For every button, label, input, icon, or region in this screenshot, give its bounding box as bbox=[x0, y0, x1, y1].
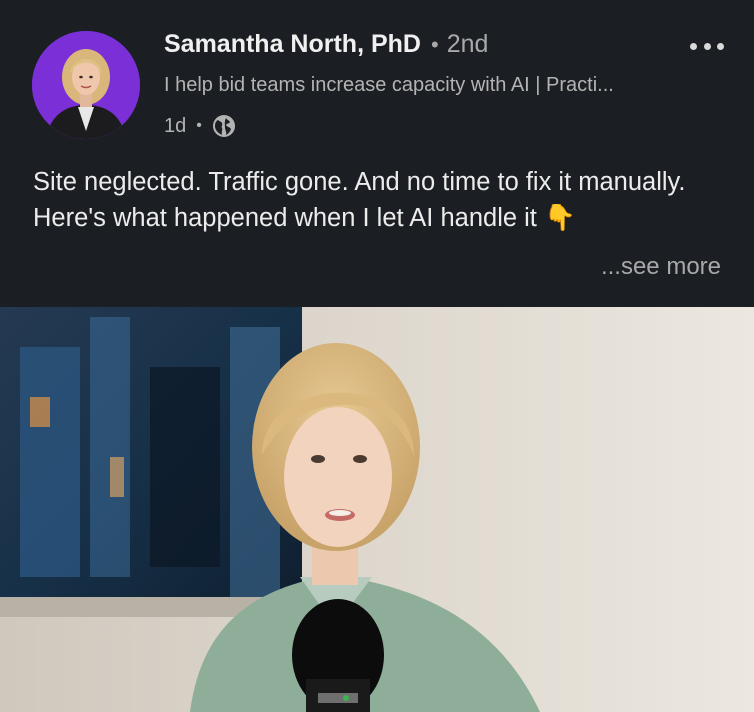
author-headline: I help bid teams increase capacity with … bbox=[164, 74, 614, 96]
avatar-portrait bbox=[32, 31, 140, 139]
video-frame bbox=[0, 307, 754, 712]
meta-separator: • bbox=[196, 117, 202, 134]
more-options-icon[interactable] bbox=[690, 36, 724, 56]
globe-icon bbox=[212, 114, 236, 138]
author-name-row: Samantha North, PhD • 2nd bbox=[164, 30, 488, 64]
post-video[interactable] bbox=[0, 307, 754, 712]
feed-post: Samantha North, PhD • 2nd I help bid tea… bbox=[0, 0, 754, 712]
see-more-link[interactable]: ...see more bbox=[601, 253, 721, 281]
more-dot bbox=[690, 42, 697, 50]
post-text: Site neglected. Traffic gone. And no tim… bbox=[33, 168, 686, 232]
post-header: Samantha North, PhD • 2nd I help bid tea… bbox=[0, 0, 754, 150]
degree-separator: • bbox=[430, 32, 439, 57]
author-name[interactable]: Samantha North, PhD bbox=[164, 30, 421, 59]
post-time: 1d bbox=[164, 114, 187, 137]
connection-degree: 2nd bbox=[446, 30, 489, 58]
more-dot bbox=[703, 42, 711, 50]
author-avatar[interactable] bbox=[32, 31, 140, 139]
more-dot bbox=[717, 42, 724, 50]
post-meta: 1d • bbox=[164, 112, 236, 140]
